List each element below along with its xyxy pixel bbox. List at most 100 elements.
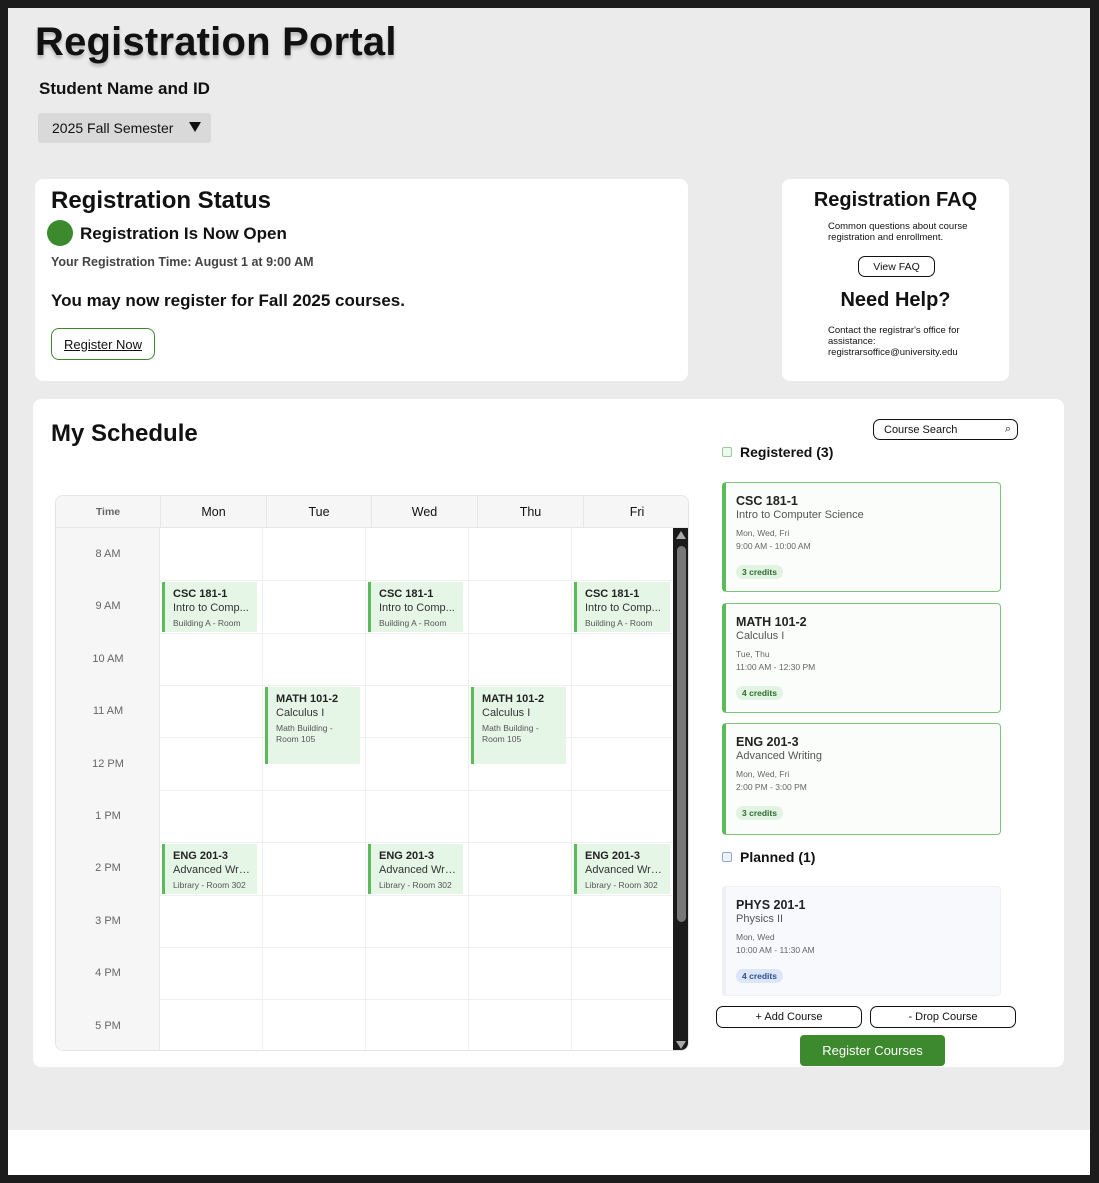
event-code: CSC 181-1	[173, 588, 228, 600]
event-code: CSC 181-1	[585, 588, 640, 600]
event-room: Library - Room 302	[585, 880, 658, 890]
grid-line	[160, 999, 672, 1000]
scrollbar-thumb[interactable]	[677, 546, 686, 922]
time-label-9am: 9 AM	[95, 600, 121, 612]
course-code: PHYS 201-1	[736, 898, 806, 912]
time-label-3pm: 3 PM	[95, 915, 121, 927]
time-label-2pm: 2 PM	[95, 862, 121, 874]
course-name: Intro to Computer Science	[736, 509, 864, 521]
time-label-4pm: 4 PM	[95, 967, 121, 979]
course-name: Calculus I	[736, 630, 785, 642]
course-search-input[interactable]: Course Search ⌕	[873, 419, 1018, 440]
grid-line	[160, 580, 672, 581]
calendar-header: Time Mon Tue Wed Thu Fri	[56, 496, 688, 528]
course-days: Mon, Wed, Fri	[736, 528, 790, 538]
calendar-event-csc-fri[interactable]: CSC 181-1 Intro to Comp... Building A - …	[574, 582, 670, 632]
faq-heading: Registration FAQ	[813, 189, 978, 211]
credits-badge: 4 credits	[736, 969, 783, 983]
scroll-down-icon[interactable]	[676, 1041, 686, 1049]
registered-heading: Registered (3)	[740, 444, 834, 460]
event-name: Advanced Writ...	[173, 864, 254, 876]
planned-group-header[interactable]: Planned (1)	[722, 849, 815, 865]
course-days: Mon, Wed, Fri	[736, 769, 790, 779]
event-code: ENG 201-3	[173, 850, 229, 862]
course-code: CSC 181-1	[736, 494, 798, 508]
time-label-10am: 10 AM	[92, 653, 124, 665]
event-code: MATH 101-2	[276, 693, 339, 705]
event-room: Library - Room 302	[379, 880, 452, 890]
grid-line	[160, 737, 672, 738]
grid-line	[365, 528, 366, 1050]
course-code: MATH 101-2	[736, 615, 807, 629]
registered-course-card[interactable]: ENG 201-3 Advanced Writing Mon, Wed, Fri…	[722, 723, 1001, 835]
weekly-calendar: Time Mon Tue Wed Thu Fri 8 AM 9 AM 10 AM…	[55, 495, 689, 1051]
page-title: Registration Portal	[35, 20, 397, 64]
registered-group-header[interactable]: Registered (3)	[722, 444, 833, 460]
event-code: ENG 201-3	[379, 850, 435, 862]
credits-badge: 3 credits	[736, 565, 783, 579]
view-faq-button[interactable]: View FAQ	[858, 256, 935, 277]
status-text: Registration Is Now Open	[80, 224, 287, 243]
event-name: Intro to Comp...	[173, 602, 249, 614]
registered-color-swatch	[722, 447, 732, 457]
status-heading: Registration Status	[51, 187, 272, 214]
event-code: ENG 201-3	[585, 850, 641, 862]
register-now-button[interactable]: Register Now	[51, 328, 155, 360]
calendar-event-math-thu[interactable]: MATH 101-2 Calculus I Math Building - Ro…	[471, 687, 566, 764]
registered-course-card[interactable]: MATH 101-2 Calculus I Tue, Thu 11:00 AM …	[722, 603, 1001, 713]
scroll-up-icon[interactable]	[676, 531, 686, 539]
event-room: Library - Room 302	[173, 880, 246, 890]
status-indicator-dot	[47, 220, 73, 246]
calendar-event-csc-mon[interactable]: CSC 181-1 Intro to Comp... Building A - …	[162, 582, 257, 632]
time-label-1pm: 1 PM	[95, 810, 121, 822]
registration-time: Your Registration Time: August 1 at 9:00…	[51, 255, 314, 269]
search-icon[interactable]: ⌕	[1005, 423, 1011, 436]
faq-description: Common questions about course registrati…	[828, 221, 968, 243]
schedule-heading: My Schedule	[51, 420, 198, 447]
calendar-event-csc-wed[interactable]: CSC 181-1 Intro to Comp... Building A - …	[368, 582, 463, 632]
grid-line	[160, 947, 672, 948]
page: Registration Portal Student Name and ID …	[8, 8, 1090, 1130]
grid-line	[160, 895, 672, 896]
time-column-header: Time	[95, 506, 121, 518]
event-room: Building A - Room	[379, 618, 447, 628]
registered-course-card[interactable]: CSC 181-1 Intro to Computer Science Mon,…	[722, 482, 1001, 592]
grid-line	[160, 633, 672, 634]
credits-badge: 4 credits	[736, 686, 783, 700]
event-name: Calculus I	[276, 707, 325, 719]
registration-status-card: Registration Status Registration Is Now …	[35, 179, 688, 381]
calendar-event-eng-mon[interactable]: ENG 201-3 Advanced Writ... Library - Roo…	[162, 844, 257, 894]
calendar-event-eng-wed[interactable]: ENG 201-3 Advanced Writ... Library - Roo…	[368, 844, 463, 894]
time-label-11am: 11 AM	[92, 705, 124, 717]
time-column: 8 AM 9 AM 10 AM 11 AM 12 PM 1 PM 2 PM 3 …	[56, 528, 160, 1050]
planned-color-swatch	[722, 852, 732, 862]
grid-line	[571, 528, 572, 1050]
calendar-event-eng-fri[interactable]: ENG 201-3 Advanced Writ... Library - Roo…	[574, 844, 670, 894]
calendar-scrollbar[interactable]	[673, 528, 688, 1050]
time-label-8am: 8 AM	[95, 548, 121, 560]
calendar-event-math-tue[interactable]: MATH 101-2 Calculus I Math Building - Ro…	[265, 687, 360, 764]
grid-line	[160, 790, 672, 791]
event-name: Advanced Writ...	[379, 864, 460, 876]
add-course-button[interactable]: + Add Course	[716, 1006, 862, 1028]
event-name: Calculus I	[482, 707, 531, 719]
day-header-wed: Wed	[371, 496, 477, 528]
grid-line	[160, 842, 672, 843]
grid-line	[160, 685, 672, 686]
drop-course-button[interactable]: - Drop Course	[870, 1006, 1016, 1028]
semester-dropdown[interactable]: 2025 Fall Semester	[38, 113, 211, 143]
faq-card: Registration FAQ Common questions about …	[782, 179, 1009, 381]
day-header-fri: Fri	[583, 496, 688, 528]
course-time: 11:00 AM - 12:30 PM	[736, 662, 816, 672]
semester-label: 2025 Fall Semester	[52, 120, 174, 136]
course-code: ENG 201-3	[736, 735, 799, 749]
course-time: 10:00 AM - 11:30 AM	[736, 945, 815, 955]
course-days: Tue, Thu	[736, 649, 770, 659]
course-name: Advanced Writing	[736, 750, 823, 762]
time-label-5pm: 5 PM	[95, 1020, 121, 1032]
planned-course-card[interactable]: PHYS 201-1 Physics II Mon, Wed 10:00 AM …	[722, 886, 1001, 996]
time-label-12pm: 12 PM	[92, 758, 124, 770]
register-courses-button[interactable]: Register Courses	[800, 1035, 945, 1066]
search-placeholder: Course Search	[884, 423, 958, 436]
day-header-thu: Thu	[477, 496, 583, 528]
